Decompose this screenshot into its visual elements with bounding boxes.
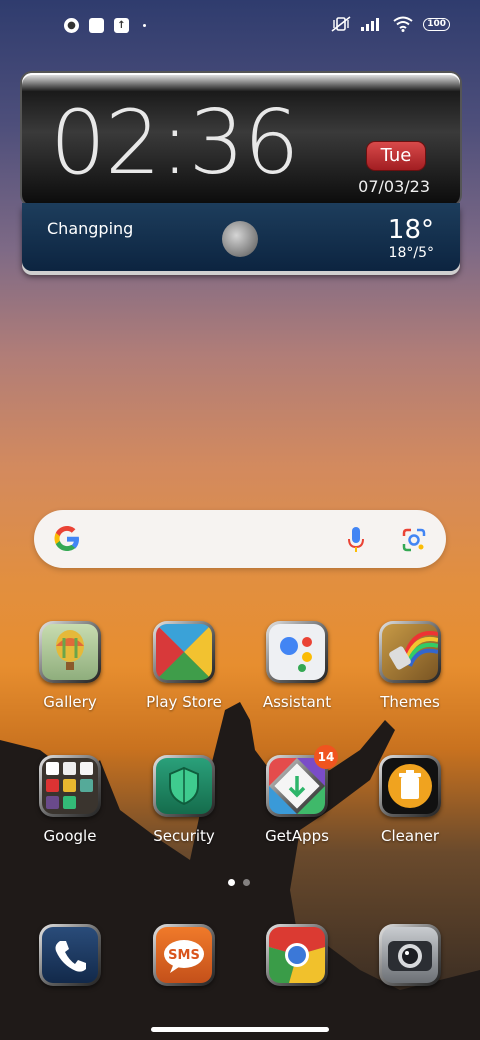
- notification-icon: ●: [64, 18, 79, 33]
- upload-icon: ↑: [114, 18, 129, 33]
- app-getapps[interactable]: 14 GetApps: [242, 745, 352, 845]
- signal-icon: [361, 18, 380, 31]
- day-label: Tue: [366, 141, 426, 171]
- temperature-range-label: 18°/5°: [388, 245, 434, 261]
- chrome-icon: [269, 927, 325, 983]
- app-gallery[interactable]: Gallery: [15, 621, 125, 711]
- temperature-label: 18°: [387, 215, 434, 245]
- battery-icon: 100: [423, 17, 450, 31]
- dock-sms[interactable]: SMS: [129, 924, 239, 986]
- moon-icon: [222, 221, 258, 257]
- app-label: Cleaner: [381, 827, 439, 845]
- app-label: Assistant: [262, 693, 332, 711]
- play-store-icon: [156, 624, 212, 680]
- page-indicator: [228, 879, 250, 886]
- camera-icon: [382, 927, 438, 983]
- app-google-folder[interactable]: Google: [15, 755, 125, 845]
- app-play-store[interactable]: Play Store: [129, 621, 239, 711]
- weather-bar[interactable]: Changping 18° 18°/5°: [22, 203, 460, 271]
- phone-icon: [42, 927, 98, 983]
- clock-time: 02:36: [50, 91, 300, 194]
- google-logo-icon: [54, 526, 79, 551]
- lens-icon[interactable]: [400, 526, 428, 554]
- app-label: Google: [43, 827, 97, 845]
- clock-face[interactable]: 02:36 Tue 07/03/23: [22, 73, 460, 205]
- page-dot: [243, 879, 250, 886]
- sms-text: SMS: [168, 948, 200, 963]
- dock-phone[interactable]: [15, 924, 125, 986]
- app-label: Themes: [380, 693, 440, 711]
- mic-icon[interactable]: [346, 526, 366, 554]
- vibrate-off-icon: [331, 16, 351, 32]
- google-folder-icon: [42, 758, 98, 814]
- page-dot-active: [228, 879, 235, 886]
- app-label: Play Store: [146, 693, 222, 711]
- clock-weather-widget[interactable]: 02:36 Tue 07/03/23 Changping 18° 18°/5°: [22, 73, 460, 271]
- getapps-icon: [269, 758, 325, 814]
- app-label: Security: [153, 827, 215, 845]
- security-icon: [156, 758, 212, 814]
- google-search-bar[interactable]: [34, 510, 446, 568]
- date-label: 07/03/23: [358, 177, 430, 196]
- status-bar: ● ↑ 100: [0, 0, 480, 56]
- app-label: GetApps: [265, 827, 329, 845]
- app-themes[interactable]: Themes: [355, 621, 465, 711]
- city-label: Changping: [47, 219, 134, 238]
- dock-camera[interactable]: [355, 924, 465, 986]
- app-cleaner[interactable]: Cleaner: [355, 755, 465, 845]
- gallery-icon: [42, 624, 98, 680]
- app-assistant[interactable]: Assistant: [242, 621, 352, 711]
- wifi-icon: [393, 16, 413, 32]
- app-label: Gallery: [43, 693, 97, 711]
- square-icon: [89, 18, 104, 33]
- dock-chrome[interactable]: [242, 924, 352, 986]
- themes-icon: [382, 624, 438, 680]
- more-notifications-dot: [143, 24, 146, 27]
- gesture-nav-handle[interactable]: [151, 1027, 329, 1032]
- cleaner-icon: [382, 758, 438, 814]
- app-security[interactable]: Security: [129, 755, 239, 845]
- notification-badge: 14: [314, 745, 338, 769]
- assistant-icon: [269, 624, 325, 680]
- sms-icon: SMS: [156, 927, 212, 983]
- wallpaper-silhouette: [0, 702, 480, 1040]
